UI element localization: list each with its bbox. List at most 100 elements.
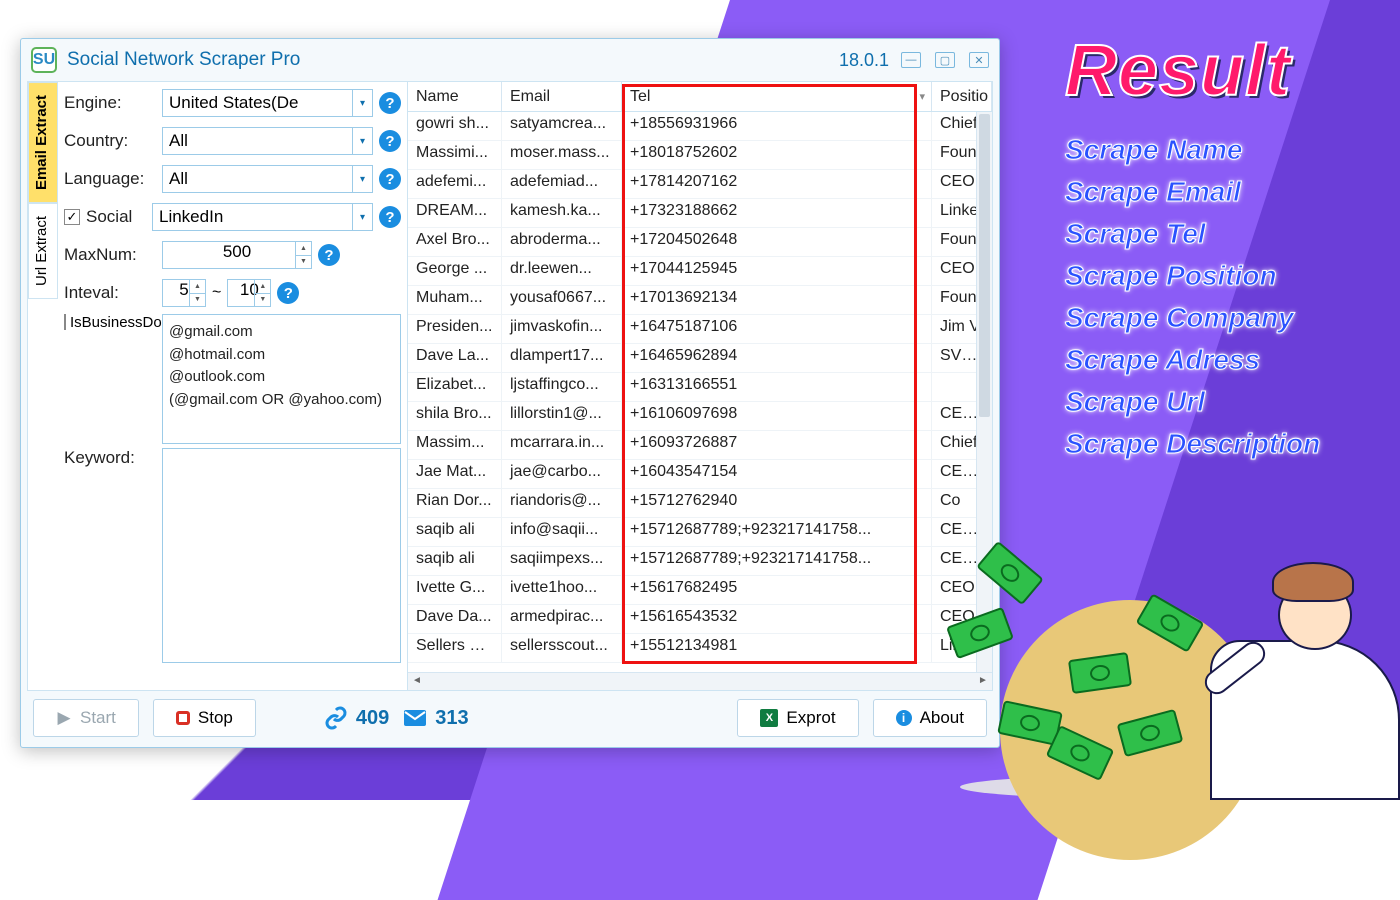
tab-url-extract[interactable]: Url Extract xyxy=(28,203,58,299)
cell-email: ivette1hoo... xyxy=(502,576,622,604)
cell-email: lillorstin1@... xyxy=(502,402,622,430)
cell-tel: +17814207162 xyxy=(622,170,932,198)
table-row[interactable]: Massimi...moser.mass...+18018752602Foun xyxy=(408,141,992,170)
social-dropdown[interactable]: LinkedIn▾ xyxy=(152,203,373,231)
country-dropdown[interactable]: All▾ xyxy=(162,127,373,155)
minimize-button[interactable]: — xyxy=(901,52,921,68)
table-row[interactable]: Massim...mcarrara.in...+16093726887Chief xyxy=(408,431,992,460)
cell-name: Elizabet... xyxy=(408,373,502,401)
cell-tel: +15712687789;+923217141758... xyxy=(622,518,932,546)
promo-item: Scrape Description xyxy=(1065,428,1320,460)
table-row[interactable]: Rian Dor...riandoris@...+15712762940Co xyxy=(408,489,992,518)
cell-name: Muham... xyxy=(408,286,502,314)
table-row[interactable]: Ivette G...ivette1hoo...+15617682495CEO. xyxy=(408,576,992,605)
cell-email: moser.mass... xyxy=(502,141,622,169)
table-row[interactable]: Muham...yousaf0667...+17013692134Foun xyxy=(408,286,992,315)
help-icon[interactable]: ? xyxy=(379,206,401,228)
cell-email: sellersscout... xyxy=(502,634,622,662)
help-icon[interactable]: ? xyxy=(379,92,401,114)
column-header-tel[interactable]: Tel▾ xyxy=(622,82,932,111)
cell-name: adefemi... xyxy=(408,170,502,198)
engine-dropdown[interactable]: United States(De▾ xyxy=(162,89,373,117)
table-row[interactable]: saqib aliinfo@saqii...+15712687789;+9232… xyxy=(408,518,992,547)
cell-email: ljstaffingco... xyxy=(502,373,622,401)
cell-tel: +17204502648 xyxy=(622,228,932,256)
horizontal-scrollbar[interactable]: ◄ ► xyxy=(408,672,992,690)
results-table: Name Email Tel▾ Positio gowri sh...satya… xyxy=(408,82,992,690)
cell-tel: +18556931966 xyxy=(622,112,932,140)
column-header-name[interactable]: Name xyxy=(408,82,502,111)
cell-tel: +15616543532 xyxy=(622,605,932,633)
promo-item: Scrape Name xyxy=(1065,134,1320,166)
table-row[interactable]: Dave Da...armedpirac...+15616543532CEO xyxy=(408,605,992,634)
cell-name: Axel Bro... xyxy=(408,228,502,256)
cell-tel: +15512134981 xyxy=(622,634,932,662)
isbusiness-checkbox[interactable] xyxy=(64,314,66,330)
scroll-left-icon[interactable]: ◄ xyxy=(410,674,424,688)
cell-name: Rian Dor... xyxy=(408,489,502,517)
stop-icon xyxy=(176,711,190,725)
interval-from-stepper[interactable]: 5▲▼ xyxy=(162,279,206,307)
cell-name: Ivette G... xyxy=(408,576,502,604)
table-row[interactable]: shila Bro...lillorstin1@...+16106097698C… xyxy=(408,402,992,431)
table-row[interactable]: Dave La...dlampert17...+16465962894SVP & xyxy=(408,344,992,373)
cell-tel: +16106097698 xyxy=(622,402,932,430)
interval-to-stepper[interactable]: 10▲▼ xyxy=(227,279,271,307)
table-row[interactable]: adefemi...adefemiad...+17814207162CEO xyxy=(408,170,992,199)
table-row[interactable]: Elizabet...ljstaffingco...+16313166551 xyxy=(408,373,992,402)
titlebar: SU Social Network Scraper Pro 18.0.1 — ▢… xyxy=(21,39,999,81)
help-icon[interactable]: ? xyxy=(379,130,401,152)
cell-name: saqib ali xyxy=(408,547,502,575)
language-dropdown[interactable]: All▾ xyxy=(162,165,373,193)
cell-email: mcarrara.in... xyxy=(502,431,622,459)
chevron-down-icon: ▾ xyxy=(352,90,372,116)
cell-tel: +15712762940 xyxy=(622,489,932,517)
stop-button[interactable]: Stop xyxy=(153,699,256,737)
social-checkbox[interactable]: ✓ xyxy=(64,209,80,225)
cell-email: satyamcrea... xyxy=(502,112,622,140)
close-button[interactable]: ✕ xyxy=(969,52,989,68)
column-header-email[interactable]: Email xyxy=(502,82,622,111)
cell-name: gowri sh... xyxy=(408,112,502,140)
cell-tel: +17013692134 xyxy=(622,286,932,314)
table-row[interactable]: DREAM...kamesh.ka...+17323188662Linke xyxy=(408,199,992,228)
export-button[interactable]: X Exprot xyxy=(737,699,858,737)
cell-tel: +16313166551 xyxy=(622,373,932,401)
cell-email: kamesh.ka... xyxy=(502,199,622,227)
column-header-position[interactable]: Positio xyxy=(932,82,992,111)
cell-name: Dave La... xyxy=(408,344,502,372)
chevron-down-icon: ▾ xyxy=(352,128,372,154)
maxnum-stepper[interactable]: 500▲▼ xyxy=(162,241,312,269)
table-row[interactable]: Axel Bro...abroderma...+17204502648Foun xyxy=(408,228,992,257)
help-icon[interactable]: ? xyxy=(318,244,340,266)
start-button[interactable]: ▶ Start xyxy=(33,699,139,737)
cell-name: Presiden... xyxy=(408,315,502,343)
link-icon xyxy=(324,706,348,730)
cell-tel: +18018752602 xyxy=(622,141,932,169)
table-row[interactable]: Sellers S...sellersscout...+15512134981L… xyxy=(408,634,992,663)
table-row[interactable]: Presiden...jimvaskofin...+16475187106Jim… xyxy=(408,315,992,344)
app-icon: SU xyxy=(31,47,57,73)
cell-email: info@saqii... xyxy=(502,518,622,546)
table-row[interactable]: Jae Mat...jae@carbo...+16043547154CEO & xyxy=(408,460,992,489)
info-icon: i xyxy=(896,710,912,726)
maximize-button[interactable]: ▢ xyxy=(935,52,955,68)
table-row[interactable]: gowri sh...satyamcrea...+18556931966Chie… xyxy=(408,112,992,141)
cell-email: riandoris@... xyxy=(502,489,622,517)
decorative-illustration xyxy=(940,540,1400,800)
domains-textarea[interactable]: @gmail.com @hotmail.com @outlook.com (@g… xyxy=(162,314,401,444)
excel-icon: X xyxy=(760,709,778,727)
interval-label: Inteval: xyxy=(64,283,156,303)
keyword-textarea[interactable] xyxy=(162,448,401,663)
table-row[interactable]: George ...dr.leewen...+17044125945CEO xyxy=(408,257,992,286)
tab-email-extract[interactable]: Email Extract xyxy=(28,82,58,203)
mail-count: 313 xyxy=(403,707,468,730)
app-title: Social Network Scraper Pro xyxy=(67,49,300,71)
cell-name: Jae Mat... xyxy=(408,460,502,488)
help-icon[interactable]: ? xyxy=(379,168,401,190)
cell-tel: +16475187106 xyxy=(622,315,932,343)
promo-item: Scrape Position xyxy=(1065,260,1320,292)
table-row[interactable]: saqib alisaqiimpexs...+15712687789;+9232… xyxy=(408,547,992,576)
cell-email: jimvaskofin... xyxy=(502,315,622,343)
help-icon[interactable]: ? xyxy=(277,282,299,304)
